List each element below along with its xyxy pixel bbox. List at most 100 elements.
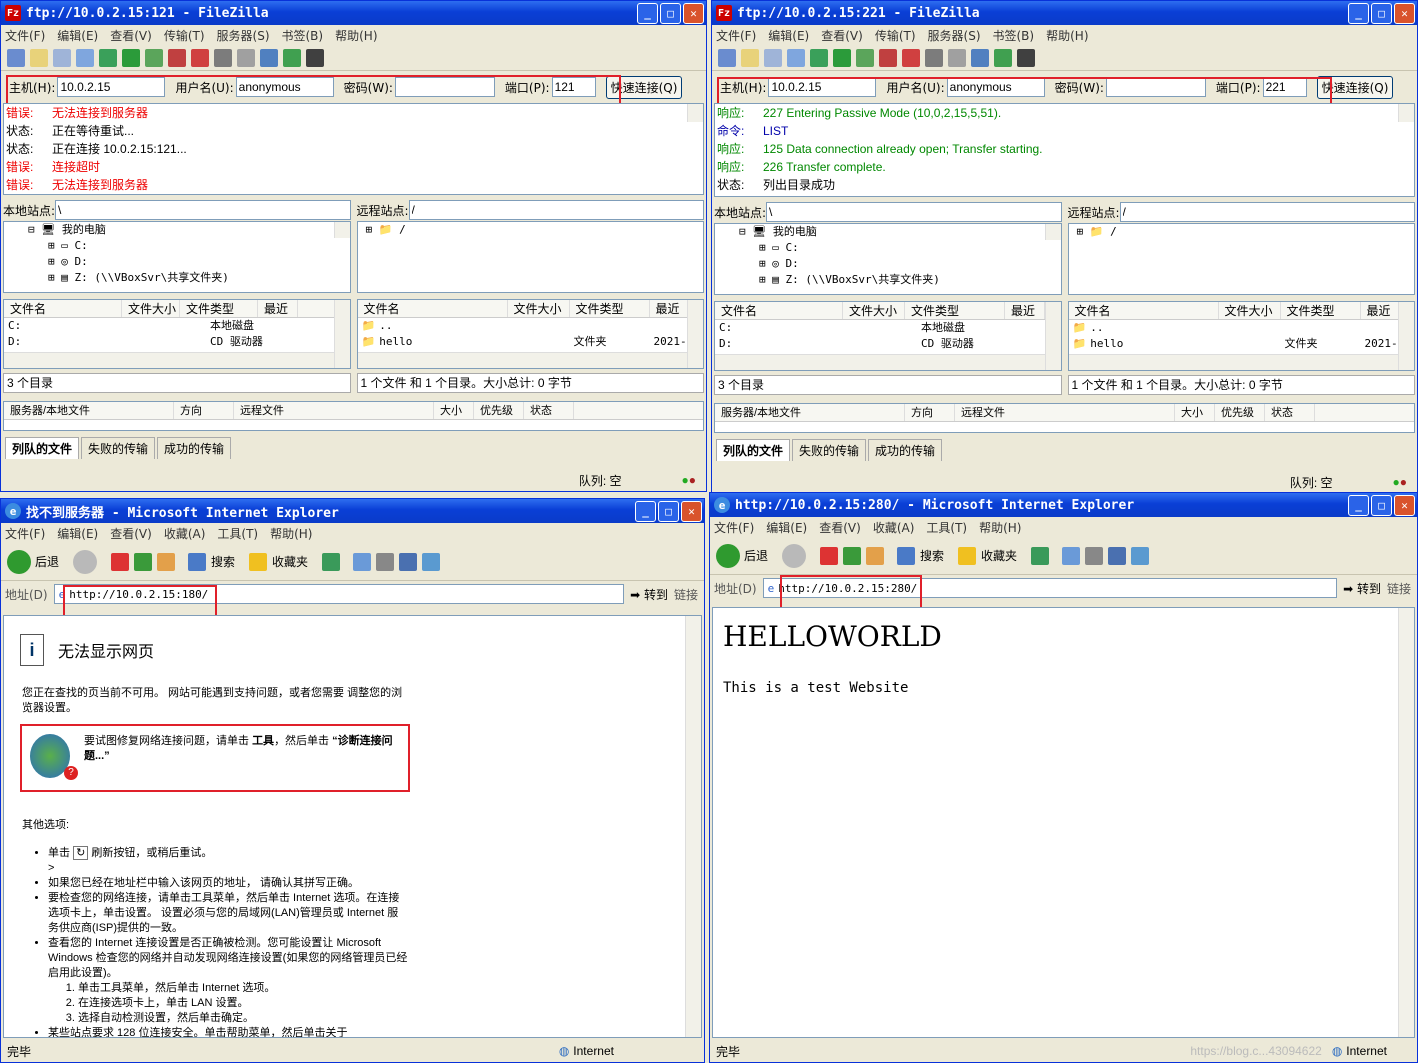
col-modified[interactable]: 最近 xyxy=(1005,302,1045,319)
process-queue-icon[interactable] xyxy=(145,48,163,67)
message-log-icon[interactable] xyxy=(30,48,48,67)
menu-file[interactable]: 文件(F) xyxy=(716,27,756,44)
menu-bookmarks[interactable]: 书签(B) xyxy=(282,27,324,44)
messenger-icon[interactable] xyxy=(1131,546,1150,565)
print-icon[interactable] xyxy=(376,552,395,571)
mail-icon[interactable] xyxy=(353,552,372,571)
menu-tools[interactable]: 工具(T) xyxy=(217,525,258,542)
sync-browse-icon[interactable] xyxy=(994,48,1012,67)
menu-edit[interactable]: 编辑(E) xyxy=(57,525,98,542)
tree-scrollbar[interactable] xyxy=(1044,224,1061,240)
v-scrollbar[interactable] xyxy=(1044,302,1061,370)
reconnect-icon[interactable] xyxy=(214,48,232,67)
maximize-button[interactable]: □ xyxy=(660,2,681,24)
tree-scrollbar[interactable] xyxy=(333,222,350,238)
favorites-button[interactable]: 收藏夹 xyxy=(981,547,1017,564)
file-row[interactable]: C: 本地磁盘 xyxy=(4,318,350,334)
home-icon[interactable] xyxy=(866,546,885,565)
title-bar[interactable]: Fz ftp://10.0.2.15:121 - FileZilla _ □ ✕ xyxy=(1,1,706,25)
links-button[interactable]: 链接 xyxy=(1387,580,1411,597)
menu-favorites[interactable]: 收藏(A) xyxy=(873,519,915,536)
stop-icon[interactable] xyxy=(820,546,839,565)
directory-tree-icon[interactable] xyxy=(764,48,782,67)
col-modified[interactable]: 最近 xyxy=(258,300,298,317)
v-scrollbar[interactable] xyxy=(1398,302,1414,370)
tab-successful[interactable]: 成功的传输 xyxy=(157,437,232,459)
messenger-icon[interactable] xyxy=(422,552,441,571)
message-log-icon[interactable] xyxy=(741,48,759,67)
menu-bookmarks[interactable]: 书签(B) xyxy=(993,27,1035,44)
tree-item-c[interactable]: ⊞ ▭ C: xyxy=(4,238,350,254)
menu-file[interactable]: 文件(F) xyxy=(5,525,45,542)
tab-failed[interactable]: 失败的传输 xyxy=(81,437,156,459)
tree-item-root[interactable]: ⊞ 📁 / xyxy=(1069,224,1415,240)
back-button[interactable]: 后退 xyxy=(35,553,59,570)
tree-item-my-computer[interactable]: ⊟ 🖥 我的电脑 xyxy=(715,224,1061,240)
menu-file[interactable]: 文件(F) xyxy=(714,519,754,536)
directory-tree-icon[interactable] xyxy=(53,48,71,67)
menu-server[interactable]: 服务器(S) xyxy=(217,27,270,44)
refresh-icon[interactable] xyxy=(134,552,153,571)
col-modified[interactable]: 最近 xyxy=(1361,302,1401,319)
transfer-queue-icon[interactable] xyxy=(99,48,117,67)
minimize-button[interactable]: _ xyxy=(1348,494,1369,516)
reconnect-icon[interactable] xyxy=(925,48,943,67)
col-filesize[interactable]: 文件大小 xyxy=(508,300,570,317)
col-filetype[interactable]: 文件类型 xyxy=(905,302,1005,319)
menu-edit[interactable]: 编辑(E) xyxy=(768,27,809,44)
v-scrollbar[interactable] xyxy=(687,300,703,368)
compare-icon[interactable] xyxy=(237,48,255,67)
search-icon[interactable] xyxy=(306,48,324,67)
search-icon[interactable] xyxy=(897,546,916,565)
filter-icon[interactable] xyxy=(260,48,278,67)
remote-tree-icon[interactable] xyxy=(76,48,94,67)
col-filename[interactable]: 文件名 xyxy=(1069,302,1219,319)
tab-queued[interactable]: 列队的文件 xyxy=(5,437,80,459)
h-scrollbar[interactable] xyxy=(715,354,1045,370)
page-scrollbar[interactable] xyxy=(1398,608,1414,1037)
title-bar[interactable]: Fz ftp://10.0.2.15:221 - FileZilla _ □ ✕ xyxy=(712,1,1417,25)
menu-help[interactable]: 帮助(H) xyxy=(979,519,1021,536)
file-row[interactable]: C: 本地磁盘 xyxy=(715,320,1061,336)
menu-tools[interactable]: 工具(T) xyxy=(926,519,967,536)
tree-item-d[interactable]: ⊞ ◎ D: xyxy=(4,254,350,270)
forward-arrow-icon[interactable] xyxy=(782,543,807,568)
process-queue-icon[interactable] xyxy=(856,48,874,67)
tree-item-z[interactable]: ⊞ ▤ Z: (\\VBoxSvr\共享文件夹) xyxy=(715,272,1061,288)
col-filesize[interactable]: 文件大小 xyxy=(122,300,180,317)
transfer-queue-icon[interactable] xyxy=(810,48,828,67)
file-row[interactable]: D: CD 驱动器 xyxy=(4,334,350,350)
cancel-icon[interactable] xyxy=(879,48,897,67)
col-filename[interactable]: 文件名 xyxy=(4,300,122,317)
menu-file[interactable]: 文件(F) xyxy=(5,27,45,44)
forward-arrow-icon[interactable] xyxy=(73,549,98,574)
local-site-input[interactable] xyxy=(766,202,1062,222)
links-button[interactable]: 链接 xyxy=(674,586,698,603)
edit-icon[interactable] xyxy=(399,552,418,571)
menu-favorites[interactable]: 收藏(A) xyxy=(164,525,206,542)
favorites-star-icon[interactable] xyxy=(958,546,977,565)
search-icon[interactable] xyxy=(188,552,207,571)
col-filetype[interactable]: 文件类型 xyxy=(1281,302,1361,319)
tree-item-root[interactable]: ⊞ 📁 / xyxy=(358,222,704,238)
col-filename[interactable]: 文件名 xyxy=(715,302,843,319)
menu-transfer[interactable]: 传输(T) xyxy=(875,27,916,44)
compare-icon[interactable] xyxy=(948,48,966,67)
title-bar[interactable]: e http://10.0.2.15:280/ - Microsoft Inte… xyxy=(710,493,1417,517)
refresh-icon[interactable] xyxy=(843,546,862,565)
disconnect-icon[interactable] xyxy=(902,48,920,67)
print-icon[interactable] xyxy=(1085,546,1104,565)
tree-item-my-computer[interactable]: ⊟ 🖥 我的电脑 xyxy=(4,222,350,238)
home-icon[interactable] xyxy=(157,552,176,571)
favorites-star-icon[interactable] xyxy=(249,552,268,571)
file-row[interactable]: 📁 hello 文件夹 2021- xyxy=(1069,336,1415,352)
col-modified[interactable]: 最近 xyxy=(650,300,690,317)
search-icon[interactable] xyxy=(1017,48,1035,67)
col-filesize[interactable]: 文件大小 xyxy=(1219,302,1281,319)
file-row[interactable]: 📁.. xyxy=(1069,320,1415,336)
tree-item-d[interactable]: ⊞ ◎ D: xyxy=(715,256,1061,272)
close-button[interactable]: ✕ xyxy=(683,2,704,24)
back-arrow-icon[interactable] xyxy=(716,543,740,568)
site-manager-icon[interactable] xyxy=(718,48,736,67)
menu-view[interactable]: 查看(V) xyxy=(110,525,152,542)
